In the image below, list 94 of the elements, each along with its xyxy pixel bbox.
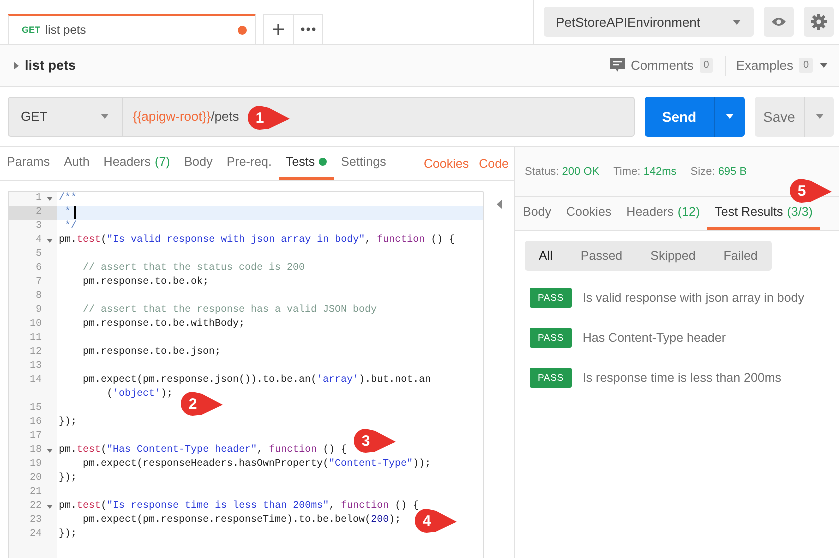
tab[interactable]: Settings (334, 147, 394, 180)
code-line: pm.response.to.be.withBody; (82, 318, 246, 332)
comments-label[interactable]: Comments (630, 58, 694, 73)
code-line: pm.response.to.be.ok; (82, 276, 210, 290)
comment-icon (610, 58, 625, 73)
caret-icon (814, 113, 824, 120)
count-badge: 0 (799, 58, 813, 73)
tab[interactable]: Headers (12) (618, 197, 708, 230)
line-number: 4 (34, 234, 42, 248)
environment-dropdown[interactable]: PetStoreAPIEnvironment (544, 7, 754, 37)
code-line: pm.expect(responseHeaders.hasOwnProperty("Content-Type")); (82, 458, 432, 472)
line-number: 19 (28, 458, 42, 472)
code-line: // assert that the status code is 200 (82, 262, 306, 276)
callout-badge: 3 (353, 428, 397, 454)
filter-tab[interactable]: All (525, 241, 567, 271)
filter-tab[interactable]: Skipped (636, 241, 710, 271)
callout-badge: 5 (789, 178, 833, 204)
result-badge: PASS (530, 328, 572, 348)
expand-arrow-icon (14, 62, 19, 70)
line-number: 13 (28, 360, 42, 374)
examples-label[interactable]: Examples (736, 58, 794, 73)
tab[interactable]: Auth (57, 147, 97, 180)
test-name: Is response time is less than 200ms (582, 371, 782, 385)
callout-badge: 2 (180, 391, 224, 417)
tab[interactable]: Headers (7) (96, 147, 178, 180)
size-text: Size: 695 B (690, 166, 748, 178)
request-name: list pets (25, 58, 76, 73)
caret-icon (100, 113, 110, 120)
settings-button[interactable] (804, 7, 834, 37)
link[interactable]: Code (474, 147, 514, 180)
caret-icon (725, 113, 735, 120)
tab[interactable]: Body (515, 197, 558, 230)
plus-icon (272, 23, 285, 36)
line-number: 7 (34, 276, 42, 290)
eye-icon (771, 17, 787, 27)
caret-icon (732, 18, 742, 26)
request-tab[interactable]: GET list pets (8, 14, 256, 44)
result-badge: PASS (530, 288, 572, 308)
code-editor[interactable] (8, 191, 484, 558)
line-number: 6 (34, 262, 42, 276)
line-number: 15 (28, 402, 42, 416)
eye-button[interactable] (764, 7, 794, 37)
line-number: 9 (34, 304, 42, 318)
line-number: 18 (28, 444, 42, 458)
tab[interactable]: Pre-req. (220, 147, 279, 180)
line-number: 22 (28, 500, 42, 514)
code-line: pm.response.to.be.json; (82, 346, 222, 360)
tab[interactable]: Cookies (558, 197, 619, 230)
caret-icon (819, 62, 829, 69)
settings-icon (811, 14, 827, 30)
code-line: * (64, 206, 72, 220)
tab[interactable]: Body (177, 147, 220, 180)
time-text: Time: 142ms (614, 166, 677, 178)
code-line: // assert that the response has a valid JSON body (82, 304, 378, 318)
line-number: 11 (28, 332, 42, 346)
line-number: 20 (28, 472, 42, 486)
line-number: 17 (28, 430, 42, 444)
line-number: 21 (28, 486, 42, 500)
status-text: Status: 200 OK (525, 166, 600, 178)
line-number: 2 (9, 206, 57, 220)
code-line: }); (58, 416, 78, 430)
code-line: pm.test("Has Content-Type header", function () { (58, 444, 348, 458)
collapse-arrow-icon[interactable] (496, 200, 502, 209)
test-name: Has Content-Type header (582, 331, 726, 345)
count-badge: 0 (700, 58, 714, 73)
line-number: 16 (28, 416, 42, 430)
more-icon (300, 27, 316, 32)
code-line: pm.expect(pm.response.responseTime).to.be.below(200); (82, 514, 402, 528)
line-number: 24 (28, 528, 42, 542)
method-dropdown[interactable]: GET (9, 98, 123, 136)
code-line: pm.test("Is valid response with json array in body", function () { (58, 234, 456, 248)
text-cursor (74, 206, 76, 219)
test-name: Is valid response with json array in body (582, 291, 804, 305)
filter-tab[interactable]: Passed (566, 241, 637, 271)
line-number: 23 (28, 514, 42, 528)
line-number: 10 (28, 318, 42, 332)
url-input[interactable]: {{apigw-root}}/pets (133, 109, 240, 124)
line-number: 8 (34, 290, 42, 304)
tab-title: list pets (46, 23, 88, 37)
code-line: */ (64, 220, 78, 234)
code-line: /** (58, 192, 78, 206)
callout-badge: 1 (247, 105, 291, 131)
result-badge: PASS (530, 368, 572, 388)
method-label: GET (22, 25, 41, 35)
link[interactable]: Cookies (418, 147, 474, 180)
line-number: 14 (28, 374, 42, 388)
code-line: }); (58, 472, 78, 486)
line-number: 3 (34, 220, 42, 234)
code-line: }); (58, 528, 78, 542)
line-number: 12 (28, 346, 42, 360)
line-number: 1 (34, 192, 42, 206)
tab[interactable]: Params (0, 147, 58, 180)
line-number: 5 (34, 248, 42, 262)
filter-tab[interactable]: Failed (710, 241, 772, 271)
